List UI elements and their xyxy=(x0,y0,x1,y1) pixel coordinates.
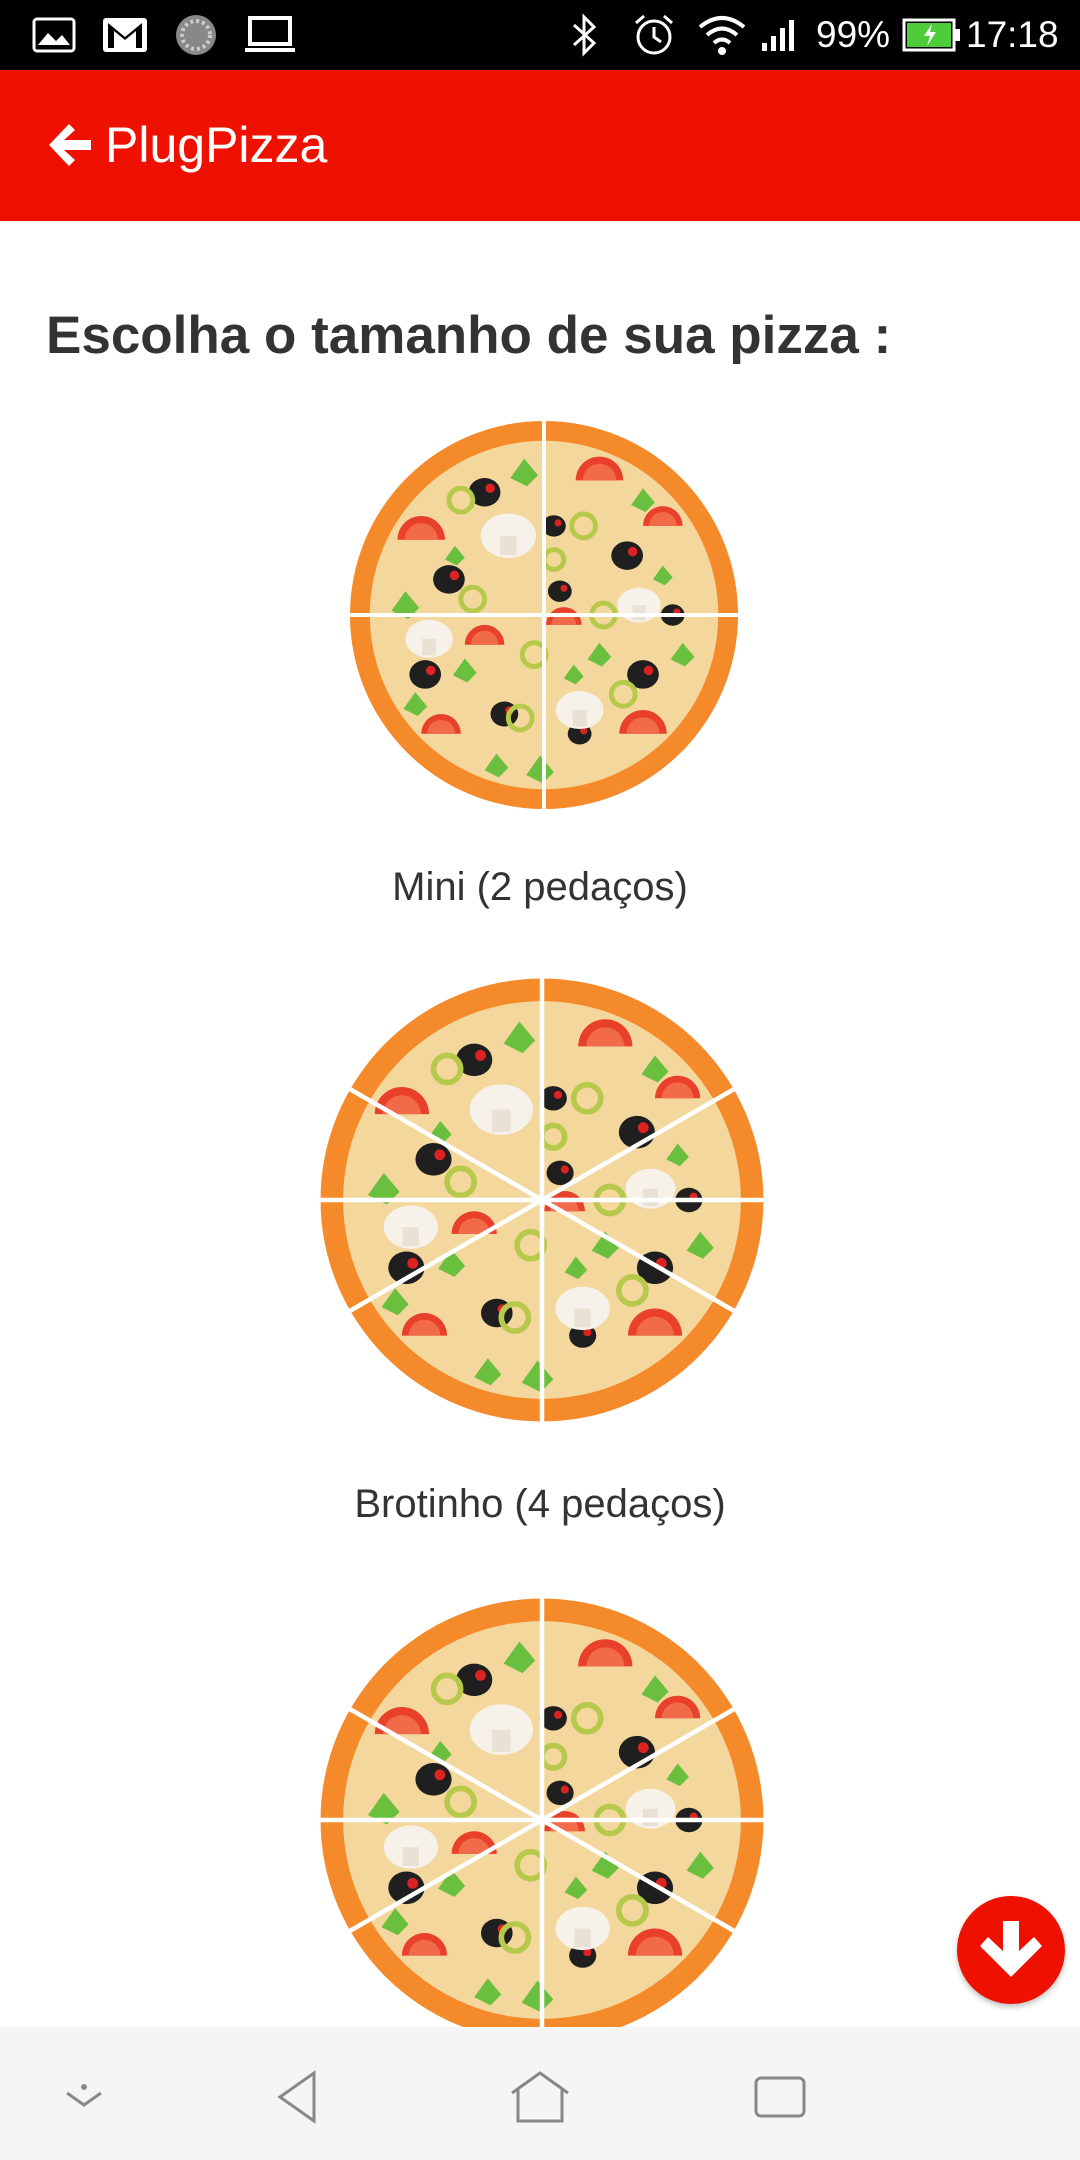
app-bar: PlugPizza xyxy=(0,70,1080,221)
gmail-icon xyxy=(102,0,148,70)
pizza-icon xyxy=(320,978,764,1422)
page-heading: Escolha o tamanho de sua pizza : xyxy=(46,306,892,365)
pizza-option-third[interactable] xyxy=(0,1590,1080,2027)
back-arrow-button[interactable] xyxy=(40,115,100,175)
gallery-icon xyxy=(32,0,76,70)
arrow-left-icon xyxy=(49,124,91,166)
notification-pull-button[interactable] xyxy=(44,2057,124,2137)
pizza-size-label: Mini (2 pedaços) xyxy=(392,865,688,909)
pizza-size-label: Brotinho (4 pedaços) xyxy=(354,1482,726,1526)
alarm-icon xyxy=(632,0,676,70)
bluetooth-icon xyxy=(570,0,600,70)
pizza-option-mini[interactable]: Mini (2 pedaços) xyxy=(0,415,1080,935)
scroll-down-button[interactable] xyxy=(957,1896,1065,2004)
app-title: PlugPizza xyxy=(105,117,328,173)
clock: 17:18 xyxy=(966,14,1059,55)
back-button[interactable] xyxy=(260,2057,340,2137)
pizza-option-brotinho[interactable]: Brotinho (4 pedaços) xyxy=(0,970,1080,1540)
pizza-icon xyxy=(320,1598,764,2027)
battery-icon xyxy=(902,0,962,70)
system-nav-bar xyxy=(0,2027,1080,2160)
recents-button[interactable] xyxy=(740,2057,820,2137)
status-bar: 99% 17:18 xyxy=(0,0,1080,70)
battery-percent: 99% xyxy=(816,14,891,55)
recents-icon xyxy=(754,2076,806,2118)
pizza-icon xyxy=(349,420,739,810)
wifi-icon xyxy=(698,0,746,70)
sync-icon xyxy=(174,0,218,70)
notification-pull-icon xyxy=(66,2084,102,2107)
signal-icon xyxy=(760,0,800,70)
home-button[interactable] xyxy=(500,2057,580,2137)
laptop-icon xyxy=(244,0,296,70)
arrow-down-icon xyxy=(980,1921,1042,1977)
home-icon xyxy=(511,2071,569,2123)
back-icon xyxy=(277,2070,316,2124)
